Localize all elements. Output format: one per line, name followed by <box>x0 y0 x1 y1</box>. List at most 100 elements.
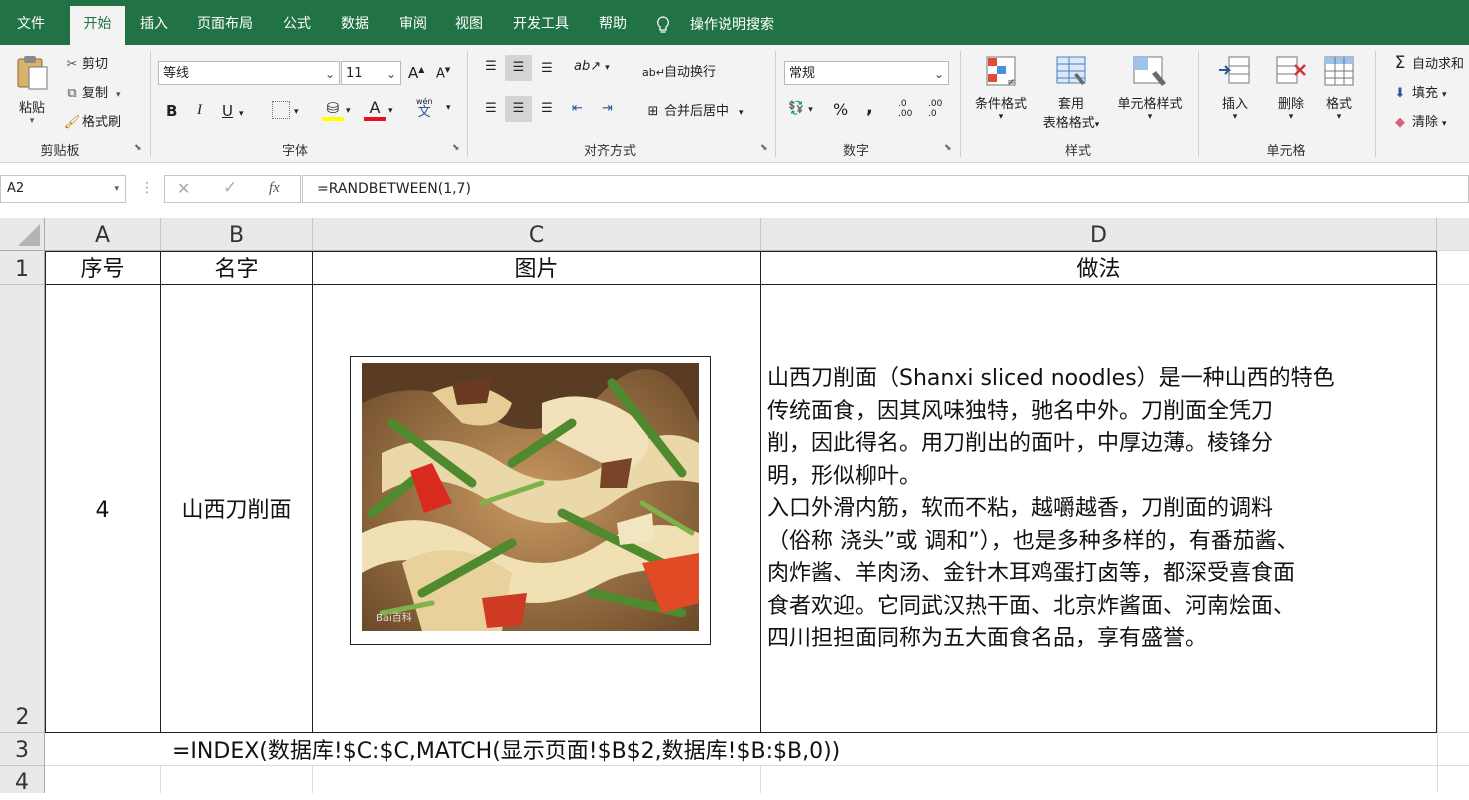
tab-formulas[interactable]: 公式 <box>272 0 322 45</box>
name-box[interactable]: A2 ▾ <box>0 175 126 203</box>
tab-insert[interactable]: 插入 <box>130 0 178 45</box>
tab-developer[interactable]: 开发工具 <box>502 0 580 45</box>
tab-review[interactable]: 审阅 <box>388 0 438 45</box>
fill-button[interactable]: ⬇ 填充 ▾ <box>1388 82 1447 101</box>
row-header-1[interactable]: 1 <box>0 251 45 285</box>
dialog-launcher-icon[interactable]: ⬊ <box>760 144 769 153</box>
chevron-down-icon[interactable]: ▾ <box>446 103 451 113</box>
increase-decimal-sub: .00 <box>898 109 913 119</box>
tab-home[interactable]: 开始 <box>70 6 125 46</box>
merge-center-icon: ⊞ <box>647 104 659 119</box>
font-color-button[interactable]: A ▾ <box>364 99 393 121</box>
tab-file[interactable]: 文件 <box>0 0 62 45</box>
insert-cells-button[interactable]: 插入 ▾ <box>1210 53 1260 122</box>
chevron-down-icon: ▾ <box>739 108 744 118</box>
tab-view[interactable]: 视图 <box>444 0 494 45</box>
increase-indent-button[interactable]: ⇥ <box>602 101 613 116</box>
number-format-select[interactable]: 常规 ⌄ <box>784 61 949 85</box>
align-center-button[interactable]: ☰ <box>505 96 532 122</box>
cell-d2-line: 肉炸酱、羊肉汤、金针木耳鸡蛋打卤等，都深受喜食面 <box>767 561 1296 586</box>
align-top-button[interactable]: ☰ <box>480 59 502 74</box>
chevron-down-icon: ▾ <box>116 90 121 100</box>
cell-a2[interactable]: 4 <box>45 285 161 733</box>
delete-cells-button[interactable]: 删除 ▾ <box>1266 53 1316 122</box>
cell-d2[interactable]: 山西刀削面（Shanxi sliced noodles）是一种山西的特色 传统面食… <box>761 285 1437 733</box>
cell-b3[interactable]: =INDEX(数据库!$C:$C,MATCH(显示页面!$B$2,数据库!$B:… <box>172 733 840 766</box>
decrease-decimal-button[interactable]: .00.0 <box>928 99 942 119</box>
formula-input[interactable]: =RANDBETWEEN(1,7) <box>302 175 1469 203</box>
font-name-select[interactable]: 等线 ⌄ <box>158 61 340 85</box>
format-cells-button[interactable]: 格式 ▾ <box>1316 53 1362 122</box>
paste-label: 粘贴 <box>18 101 45 116</box>
group-divider <box>775 51 776 157</box>
column-header-a[interactable]: A <box>45 218 161 251</box>
sigma-icon: Σ <box>1394 53 1406 73</box>
dialog-launcher-icon[interactable]: ⬊ <box>452 144 461 153</box>
format-as-table-button[interactable]: 套用 表格格式▾ <box>1034 53 1108 131</box>
copy-button[interactable]: ⧉ 复制 ▾ <box>62 82 121 101</box>
autosum-button[interactable]: Σ 自动求和 <box>1388 53 1464 73</box>
shrink-font-button[interactable]: A▼ <box>436 66 450 81</box>
align-middle-button[interactable]: ☰ <box>505 55 532 81</box>
font-size-select[interactable]: 11 ⌄ <box>341 61 401 85</box>
cancel-icon[interactable]: ✕ <box>177 179 190 198</box>
column-header-b[interactable]: B <box>161 218 313 251</box>
cell-b1[interactable]: 名字 <box>161 251 313 285</box>
chevron-down-icon: ▾ <box>238 109 244 119</box>
align-bottom-button[interactable]: ☰ <box>536 61 558 76</box>
tell-me-search[interactable]: 操作说明搜索 <box>656 0 796 45</box>
borders-button[interactable]: ▾ <box>272 101 299 119</box>
noodle-photo-image: Bai百科 <box>362 363 699 631</box>
column-header-c[interactable]: C <box>313 218 761 251</box>
grow-font-button[interactable]: A▲ <box>408 64 424 82</box>
increase-decimal-button[interactable]: .0.00 <box>898 99 912 119</box>
align-middle-icon: ☰ <box>512 60 525 75</box>
align-right-button[interactable]: ☰ <box>536 101 558 116</box>
clear-button[interactable]: ◆ 清除 ▾ <box>1388 111 1447 130</box>
cell-a1[interactable]: 序号 <box>45 251 161 285</box>
tab-data[interactable]: 数据 <box>330 0 380 45</box>
insert-function-icon[interactable]: fx <box>269 180 280 197</box>
row-header-2[interactable]: 2 <box>0 285 45 733</box>
gridline <box>760 765 761 793</box>
underline-button[interactable]: U ▾ <box>222 102 244 120</box>
noodle-photo[interactable]: Bai百科 <box>362 363 699 631</box>
cell-styles-button[interactable]: 单元格样式 ▾ <box>1108 53 1192 122</box>
group-divider <box>467 51 468 157</box>
conditional-formatting-button[interactable]: ≠ 条件格式 ▾ <box>968 53 1034 122</box>
select-all-button[interactable] <box>0 218 45 251</box>
bold-button[interactable]: B <box>166 102 177 120</box>
align-left-button[interactable]: ☰ <box>480 101 502 116</box>
italic-button[interactable]: I <box>197 102 202 119</box>
orientation-button[interactable]: ab↗ ▾ <box>574 59 610 74</box>
phonetic-button[interactable]: wén 文 <box>416 97 433 120</box>
cell-c1[interactable]: 图片 <box>313 251 761 285</box>
dialog-launcher-icon[interactable]: ⬊ <box>944 144 953 153</box>
cut-button[interactable]: ✂ 剪切 <box>62 53 108 72</box>
tab-page-layout[interactable]: 页面布局 <box>186 0 264 45</box>
row-header-3[interactable]: 3 <box>0 733 45 766</box>
percent-style-button[interactable]: % <box>833 100 848 119</box>
paste-button[interactable]: 粘贴 ▾ <box>10 53 54 131</box>
noodle-picture-frame[interactable]: Bai百科 <box>350 356 711 645</box>
fill-color-button[interactable]: ⛁ ▾ <box>322 99 351 121</box>
decrease-decimal-icon: .00 <box>928 99 943 109</box>
insert-cells-icon <box>1219 56 1250 84</box>
column-header-e[interactable] <box>1437 218 1469 251</box>
row-header-4[interactable]: 4 <box>0 766 45 795</box>
chevron-down-icon: ▾ <box>114 184 119 194</box>
decrease-indent-button[interactable]: ⇤ <box>572 101 583 116</box>
enter-icon[interactable]: ✓ <box>223 178 237 198</box>
comma-style-button[interactable]: , <box>866 97 873 118</box>
merge-center-button[interactable]: ⊞ 合并后居中 ▾ <box>642 100 744 119</box>
format-painter-button[interactable]: 🖌 格式刷 <box>62 111 121 130</box>
cell-d1[interactable]: 做法 <box>761 251 1437 285</box>
cell-b2[interactable]: 山西刀削面 <box>161 285 313 733</box>
tab-help[interactable]: 帮助 <box>588 0 638 45</box>
dialog-launcher-icon[interactable]: ⬊ <box>134 144 143 153</box>
font-name-value: 等线 <box>163 66 190 81</box>
wrap-text-button[interactable]: ab↵自动换行 <box>642 61 716 80</box>
column-header-d[interactable]: D <box>761 218 1437 251</box>
format-as-table-label-1: 套用 <box>1057 97 1084 112</box>
accounting-format-button[interactable]: 💱 ▾ <box>788 101 813 116</box>
